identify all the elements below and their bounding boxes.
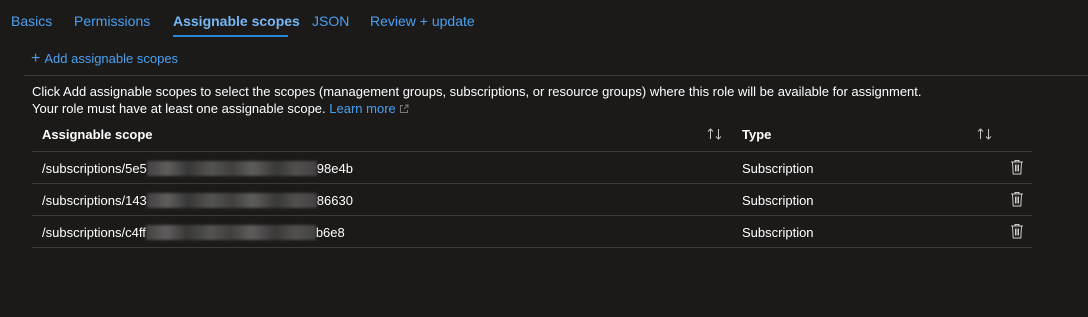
external-link-icon [399,101,409,118]
tab-bar: Basics Permissions Assignable scopes JSO… [0,0,1088,42]
table-row[interactable]: /subscriptions/5e5 98e4b Subscription [32,152,1032,184]
scope-prefix: /subscriptions/c4ff [42,225,146,240]
scope-prefix: /subscriptions/5e5 [42,161,147,176]
tab-basics[interactable]: Basics [11,13,52,29]
scope-suffix: 86630 [316,193,353,208]
tab-review-update[interactable]: Review + update [370,13,475,29]
description: Click Add assignable scopes to select th… [32,83,922,118]
table-header: Assignable scope Type [32,118,1032,152]
trash-icon[interactable] [1010,159,1024,178]
description-line-2-text: Your role must have at least one assigna… [32,101,326,116]
add-assignable-scopes-label: Add assignable scopes [44,51,179,66]
assignable-scopes-table: Assignable scope Type /subscriptions/5e5… [32,118,1032,248]
table-row[interactable]: /subscriptions/c4ff b6e8 Subscription [32,216,1032,248]
learn-more-link[interactable]: Learn more [329,101,395,116]
sort-icon[interactable] [706,127,724,144]
scope-cell: /subscriptions/c4ff b6e8 [42,225,345,240]
type-cell: Subscription [742,225,814,240]
trash-icon[interactable] [1010,223,1024,242]
active-tab-indicator [173,35,288,37]
table-row[interactable]: /subscriptions/143 86630 Subscription [32,184,1032,216]
column-header-assignable-scope[interactable]: Assignable scope [42,127,153,142]
description-line-1: Click Add assignable scopes to select th… [32,84,922,99]
scope-cell: /subscriptions/5e5 98e4b [42,161,353,176]
redacted-text [146,161,317,176]
tab-assignable-scopes[interactable]: Assignable scopes [173,13,300,29]
scope-suffix: 98e4b [316,161,353,176]
description-line-2: Your role must have at least one assigna… [32,100,922,118]
scope-cell: /subscriptions/143 86630 [42,193,353,208]
scope-suffix: b6e8 [315,225,345,240]
scope-prefix: /subscriptions/143 [42,193,147,208]
command-bar-divider [24,75,1088,76]
sort-icon[interactable] [976,127,994,144]
tab-json[interactable]: JSON [312,13,349,29]
redacted-text [146,193,317,208]
column-header-type[interactable]: Type [742,127,771,142]
redacted-text [145,225,316,240]
trash-icon[interactable] [1010,191,1024,210]
type-cell: Subscription [742,161,814,176]
type-cell: Subscription [742,193,814,208]
add-assignable-scopes-button[interactable]: + Add assignable scopes [31,50,179,67]
plus-icon: + [31,50,41,67]
tab-permissions[interactable]: Permissions [74,13,150,29]
